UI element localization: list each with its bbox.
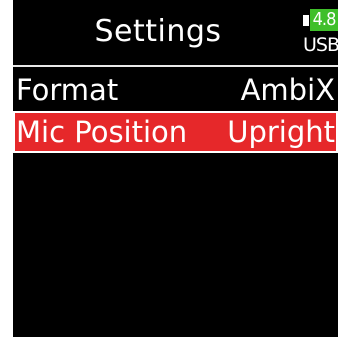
battery-voltage: 4.8 <box>312 9 337 30</box>
menu-item-label: Mic Position <box>16 115 188 149</box>
menu-item-value: AmbiX <box>240 73 335 107</box>
power-source-label: USB <box>303 34 338 56</box>
menu-item-value: Upright <box>227 115 335 149</box>
battery-indicator: 4.8 USB <box>300 6 338 58</box>
page-title: Settings <box>94 14 222 49</box>
battery-terminal-icon <box>303 15 309 26</box>
menu-item-label: Format <box>16 73 119 107</box>
menu-item-format[interactable]: Format AmbiX <box>13 69 338 111</box>
device-screen: Settings 4.8 USB Format AmbiX Mic Positi… <box>13 0 338 337</box>
header-bar: Settings 4.8 USB <box>13 0 338 64</box>
menu-item-mic-position[interactable]: Mic Position Upright <box>13 111 338 153</box>
header-divider <box>13 65 338 67</box>
